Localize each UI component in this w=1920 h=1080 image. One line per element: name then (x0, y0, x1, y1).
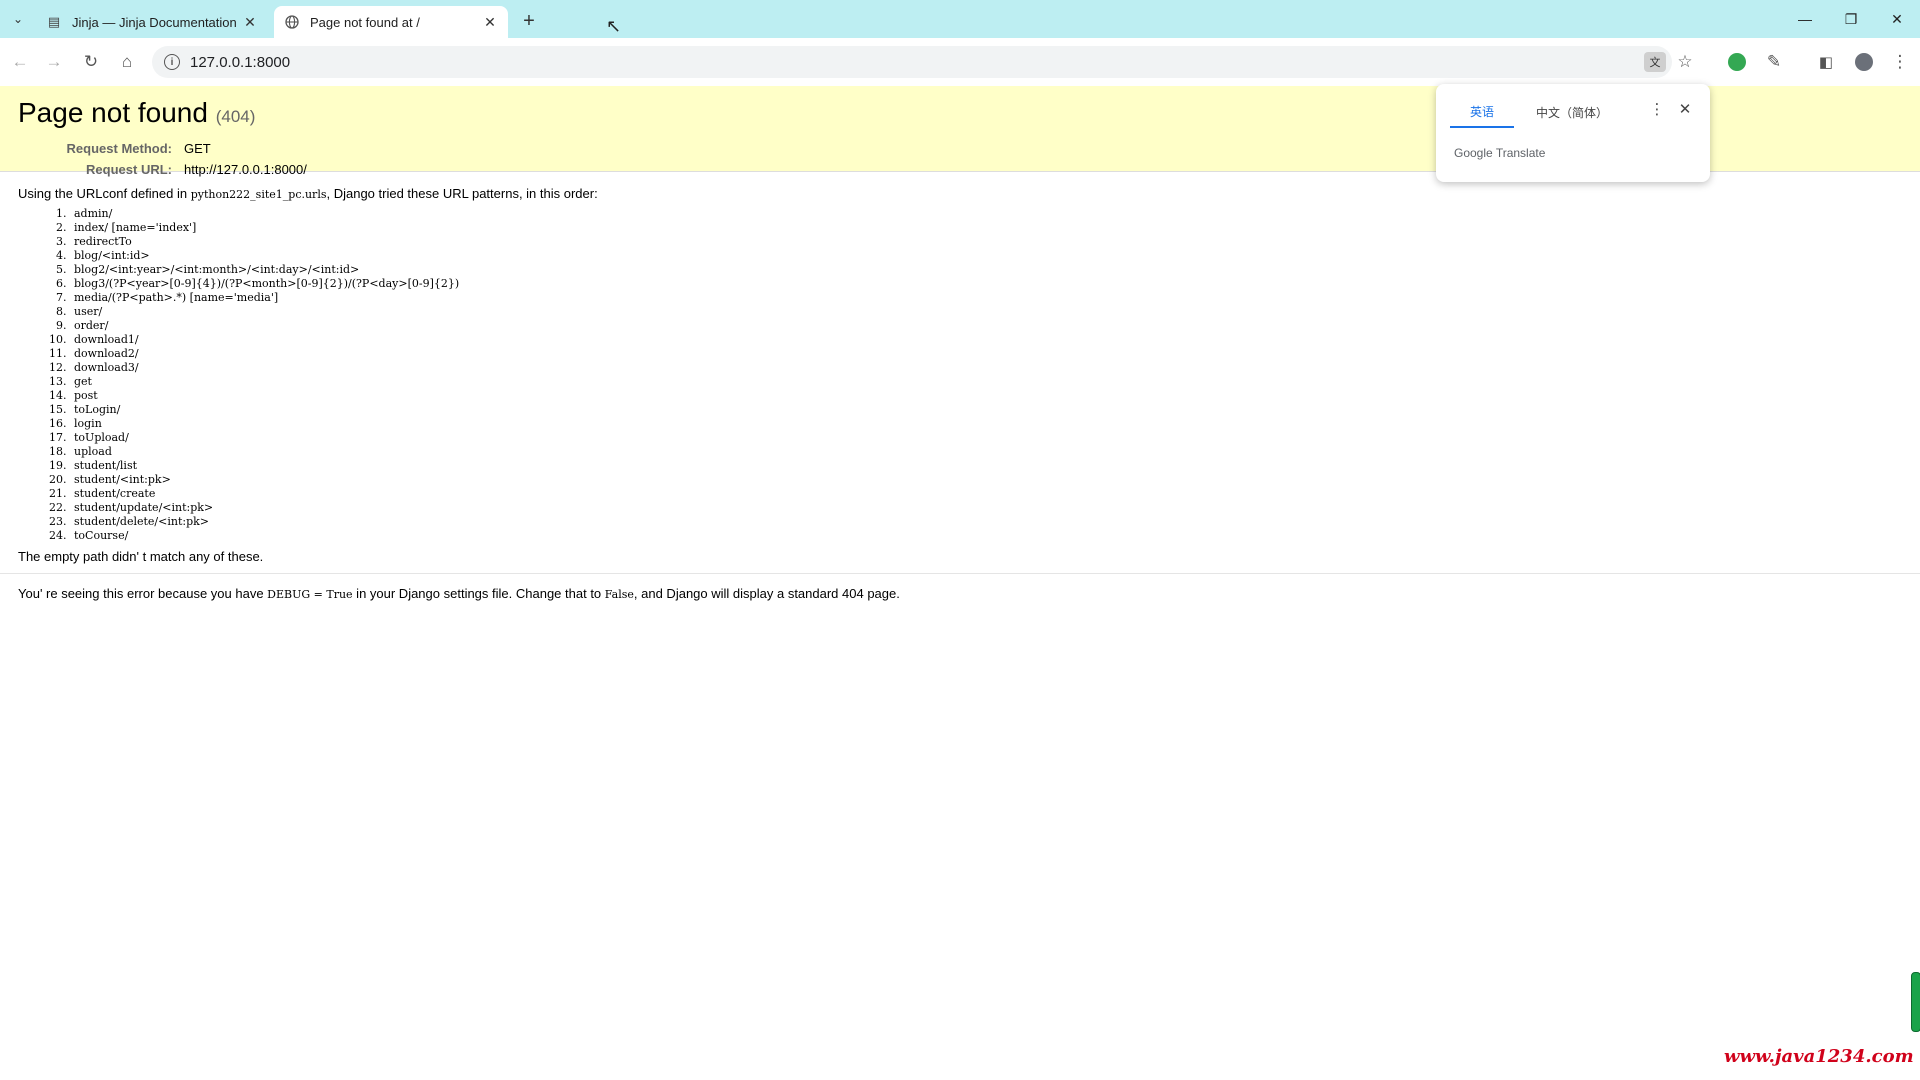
url-pattern-list: admin/index/ [name='index']redirectToblo… (18, 207, 1902, 543)
explain-text: You' re seeing this error because you ha… (18, 586, 268, 601)
url-pattern-item: student/delete/<int:pk> (70, 515, 1902, 529)
url-pattern-item: download2/ (70, 347, 1902, 361)
chevron-down-icon: ⌄ (12, 12, 24, 26)
restore-button[interactable]: ❐ (1828, 0, 1874, 38)
close-tab-icon[interactable]: ✕ (480, 12, 500, 32)
request-method-value: GET (184, 141, 211, 156)
url-pattern-item: login (70, 417, 1902, 431)
browser-toolbar: ← → ↻ ⌂ i 127.0.0.1:8000 文 ☆ ✎ ◧ ⋮ (0, 38, 1920, 87)
brand-translate: Translate (1495, 146, 1546, 160)
forward-button[interactable]: → (40, 48, 68, 76)
side-panel-icon[interactable]: ◧ (1812, 48, 1840, 76)
tab-title: Jinja — Jinja Documentation (72, 14, 237, 30)
new-tab-button[interactable]: + (516, 8, 542, 34)
intro-text: Using the URLconf defined in (18, 186, 191, 201)
watermark: www.java1234.com (1724, 1046, 1914, 1067)
status-code: (404) (215, 107, 256, 126)
url-pattern-item: blog3/(?P<year>[0-9]{4})/(?P<month>[0-9]… (70, 277, 1902, 291)
intro-text-after: , Django tried these URL patterns, in th… (326, 186, 598, 201)
translate-popup: 英语 中文（简体） ⋮ ✕ Google Translate (1436, 84, 1710, 182)
request-url-value: http://127.0.0.1:8000/ (184, 162, 307, 177)
url-pattern-item: toCourse/ (70, 529, 1902, 543)
bookmark-star-icon[interactable]: ☆ (1674, 52, 1696, 72)
url-pattern-item: blog/<int:id> (70, 249, 1902, 263)
profile-avatar[interactable] (1855, 53, 1873, 71)
address-bar[interactable]: i 127.0.0.1:8000 文 ☆ (152, 46, 1693, 78)
translate-icon[interactable]: 文 (1644, 52, 1666, 72)
url-pattern-item: redirectTo (70, 235, 1902, 249)
url-pattern-item: admin/ (70, 207, 1902, 221)
jinja-favicon-icon: ▤ (47, 14, 61, 29)
scrollbar-thumb[interactable] (1911, 972, 1920, 1032)
close-tab-icon[interactable]: ✕ (240, 12, 260, 32)
urlconf-module: python222_site1_pc.urls (190, 188, 327, 201)
home-button[interactable]: ⌂ (113, 48, 141, 76)
url-pattern-item: upload (70, 445, 1902, 459)
site-info-icon[interactable]: i (164, 54, 180, 70)
url-pattern-item: user/ (70, 305, 1902, 319)
target-language-tab[interactable]: 中文（简体） (1528, 96, 1616, 128)
menu-kebab-icon[interactable]: ⋮ (1886, 48, 1914, 76)
url-pattern-item: get (70, 375, 1902, 389)
url-pattern-item: toUpload/ (70, 431, 1902, 445)
page-content: Page not found (404) Request Method: GET… (0, 86, 1920, 1080)
url-pattern-item: student/<int:pk> (70, 473, 1902, 487)
url-pattern-item: order/ (70, 319, 1902, 333)
url-pattern-item: download1/ (70, 333, 1902, 347)
url-pattern-item: media/(?P<path>.*) [name='media'] (70, 291, 1902, 305)
debug-explanation: You' re seeing this error because you ha… (0, 573, 1920, 613)
globe-icon (284, 14, 300, 30)
extension-green-icon[interactable] (1728, 53, 1746, 71)
close-icon[interactable]: ✕ (1674, 98, 1696, 120)
url-pattern-item: student/create (70, 487, 1902, 501)
tab-search-button[interactable]: ⌄ (6, 7, 30, 31)
url-patterns-info: Using the URLconf defined in python222_s… (0, 172, 1920, 565)
back-button[interactable]: ← (6, 48, 34, 76)
address-text[interactable]: 127.0.0.1:8000 (190, 54, 290, 71)
explain-text: , and Django will display a standard 404… (633, 586, 900, 601)
urlconf-intro: Using the URLconf defined in python222_s… (18, 186, 1902, 203)
tab-jinja-docs[interactable]: ▤ Jinja — Jinja Documentation ✕ (36, 6, 268, 38)
url-pattern-item: student/list (70, 459, 1902, 473)
close-window-button[interactable]: ✕ (1874, 0, 1920, 38)
url-pattern-item: toLogin/ (70, 403, 1902, 417)
tab-strip: ⌄ ▤ Jinja — Jinja Documentation ✕ Page n… (0, 0, 1920, 38)
url-pattern-item: blog2/<int:year>/<int:month>/<int:day>/<… (70, 263, 1902, 277)
tab-page-not-found[interactable]: Page not found at / ✕ (274, 6, 508, 38)
explain-text: in your Django settings file. Change tha… (352, 586, 605, 601)
extensions-puzzle-icon[interactable]: ✎ (1760, 48, 1788, 76)
page-title-text: Page not found (18, 97, 208, 128)
source-language-tab[interactable]: 英语 (1450, 96, 1514, 128)
no-match-message: The empty path didn' t match any of thes… (18, 549, 264, 564)
mouse-cursor-icon: ↖ (606, 16, 622, 36)
reload-button[interactable]: ↻ (77, 48, 105, 76)
url-pattern-item: download3/ (70, 361, 1902, 375)
false-value: False (604, 588, 634, 601)
request-method-label: Request Method: (66, 141, 172, 156)
url-pattern-item: post (70, 389, 1902, 403)
debug-setting: DEBUG = True (267, 588, 353, 601)
url-pattern-item: student/update/<int:pk> (70, 501, 1902, 515)
translate-options-icon[interactable]: ⋮ (1646, 98, 1668, 120)
tab-title: Page not found at / (310, 14, 420, 30)
google-translate-brand: Google Translate (1454, 146, 1545, 160)
minimize-button[interactable]: — (1782, 0, 1828, 38)
url-pattern-item: index/ [name='index'] (70, 221, 1902, 235)
brand-google: Google (1454, 146, 1493, 160)
